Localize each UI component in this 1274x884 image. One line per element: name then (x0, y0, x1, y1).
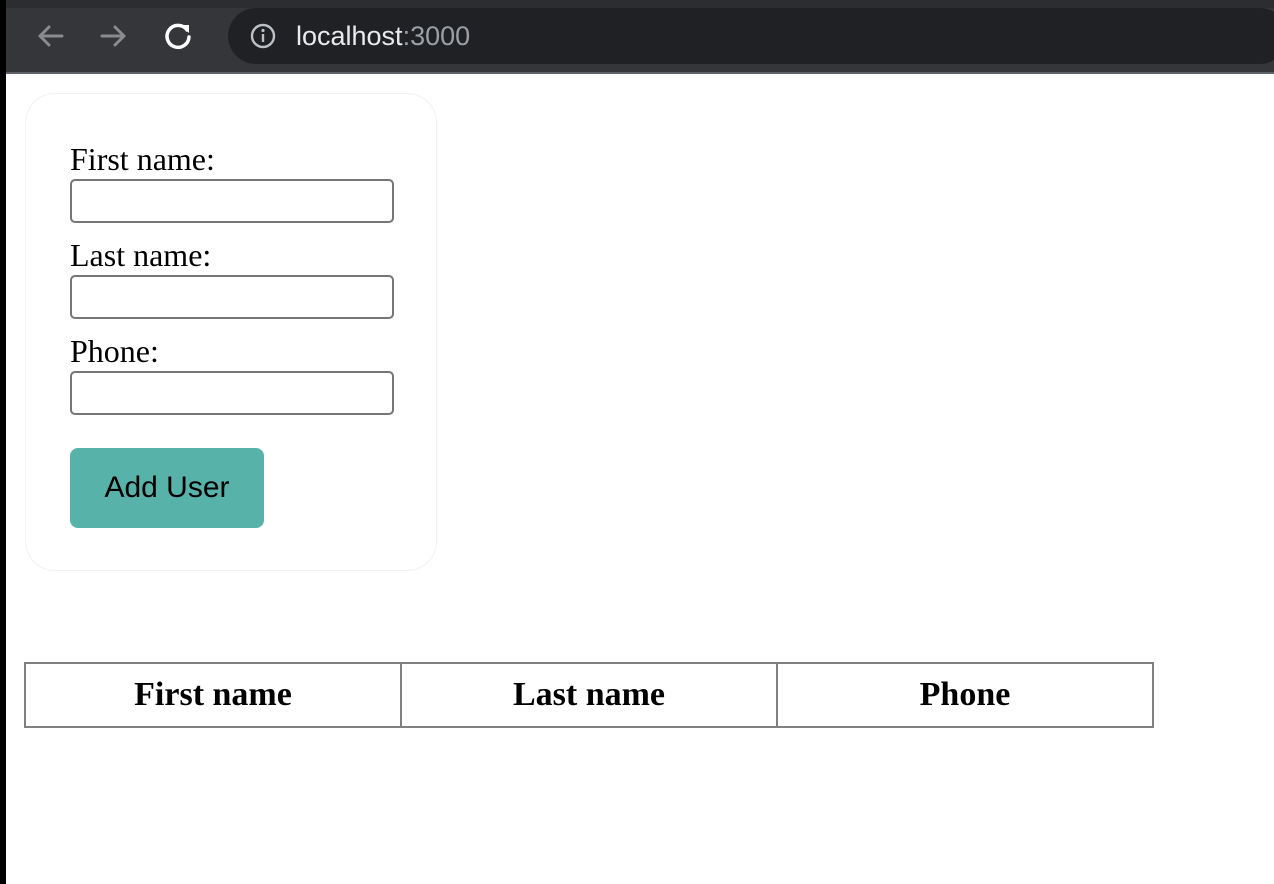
users-table: First name Last name Phone (24, 662, 1154, 728)
arrow-right-icon (100, 25, 126, 47)
url-port: :3000 (402, 21, 471, 51)
reload-button[interactable] (158, 16, 198, 56)
column-header-last-name: Last name (400, 662, 778, 728)
phone-label: Phone: (70, 333, 159, 369)
table-header-row: First name Last name Phone (24, 662, 1154, 728)
toolbar-divider (6, 72, 1274, 74)
url-host: localhost (296, 21, 403, 51)
column-header-phone: Phone (776, 662, 1154, 728)
address-bar[interactable]: localhost:3000 (228, 8, 1274, 64)
first-name-label: First name: (70, 141, 215, 177)
browser-toolbar: localhost:3000 (6, 0, 1274, 72)
last-name-input[interactable] (70, 275, 394, 319)
reload-icon (165, 23, 191, 50)
phone-input[interactable] (70, 371, 394, 415)
add-user-form: First name: Last name: Phone: Add User (25, 93, 437, 571)
first-name-input[interactable] (70, 179, 394, 223)
window-edge (0, 0, 6, 884)
arrow-left-icon (38, 25, 64, 47)
info-icon[interactable] (250, 23, 276, 49)
add-user-button[interactable]: Add User (70, 448, 264, 528)
last-name-label: Last name: (70, 237, 212, 273)
url-text: localhost:3000 (296, 20, 470, 52)
forward-button[interactable] (94, 16, 134, 56)
back-button[interactable] (30, 16, 70, 56)
column-header-first-name: First name (24, 662, 402, 728)
